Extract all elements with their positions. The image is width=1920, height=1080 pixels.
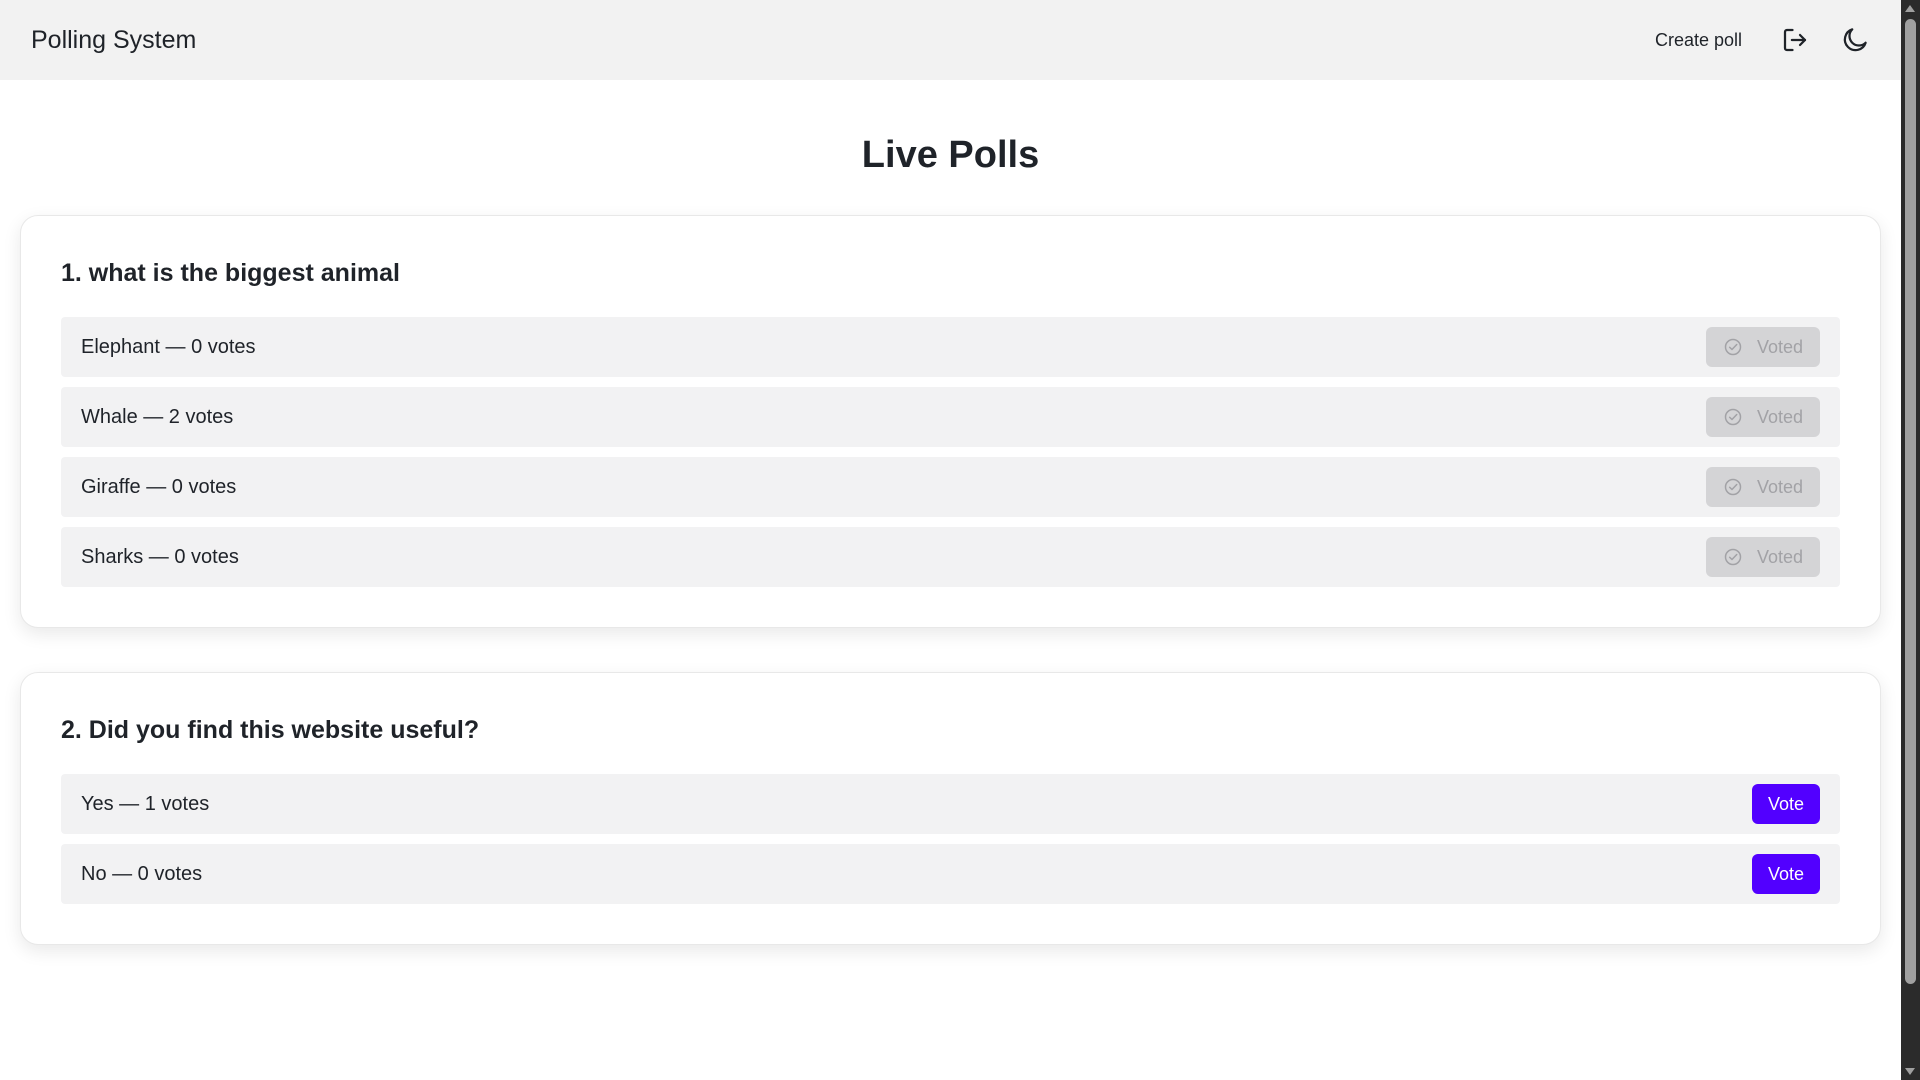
navbar: Polling System Create poll bbox=[0, 0, 1901, 80]
voted-button-label: Voted bbox=[1756, 336, 1804, 357]
check-circle-icon bbox=[1724, 548, 1742, 566]
poll-option: Sharks — 0 votes Voted bbox=[61, 527, 1840, 587]
voted-button-label: Voted bbox=[1756, 476, 1804, 497]
option-label: Sharks — 0 votes bbox=[81, 545, 239, 568]
poll-option: Yes — 1 votes Vote bbox=[61, 774, 1840, 834]
voted-button: Voted bbox=[1706, 467, 1820, 507]
poll-option: Giraffe — 0 votes Voted bbox=[61, 457, 1840, 517]
check-circle-icon bbox=[1724, 408, 1742, 426]
create-poll-link[interactable]: Create poll bbox=[1655, 30, 1742, 51]
option-label: Yes — 1 votes bbox=[81, 792, 210, 815]
main-content: Live Polls 1. what is the biggest animal… bbox=[0, 80, 1901, 1080]
poll-card: 2. Did you find this website useful? Yes… bbox=[20, 672, 1881, 945]
poll-question: 1. what is the biggest animal bbox=[61, 259, 400, 287]
page-title: Live Polls bbox=[861, 134, 1040, 176]
voted-button: Voted bbox=[1706, 537, 1820, 577]
voted-button-label: Voted bbox=[1756, 406, 1804, 427]
option-label: Elephant — 0 votes bbox=[81, 335, 256, 358]
scroll-thumb[interactable] bbox=[1905, 19, 1916, 984]
poll-option: Elephant — 0 votes Voted bbox=[61, 317, 1840, 377]
moon-icon[interactable] bbox=[1840, 25, 1870, 55]
poll-option: Whale — 2 votes Voted bbox=[61, 387, 1840, 447]
logout-icon[interactable] bbox=[1780, 25, 1810, 55]
voted-button: Voted bbox=[1706, 397, 1820, 437]
poll-card: 1. what is the biggest animal Elephant —… bbox=[20, 215, 1881, 628]
vote-button[interactable]: Vote bbox=[1752, 854, 1820, 894]
poll-question: 2. Did you find this website useful? bbox=[61, 716, 480, 744]
option-label: Whale — 2 votes bbox=[81, 405, 234, 428]
option-label: Giraffe — 0 votes bbox=[81, 475, 237, 498]
nav-actions: Create poll bbox=[1655, 25, 1870, 55]
voted-button: Voted bbox=[1706, 327, 1820, 367]
scrollbar[interactable] bbox=[1901, 0, 1920, 1080]
app-title[interactable]: Polling System bbox=[31, 26, 196, 55]
voted-button-label: Voted bbox=[1756, 546, 1804, 567]
check-circle-icon bbox=[1724, 338, 1742, 356]
option-label: No — 0 votes bbox=[81, 862, 203, 885]
scroll-down-arrow[interactable] bbox=[1905, 1068, 1915, 1075]
vote-button[interactable]: Vote bbox=[1752, 784, 1820, 824]
check-circle-icon bbox=[1724, 478, 1742, 496]
scroll-up-arrow[interactable] bbox=[1905, 5, 1915, 12]
poll-option: No — 0 votes Vote bbox=[61, 844, 1840, 904]
